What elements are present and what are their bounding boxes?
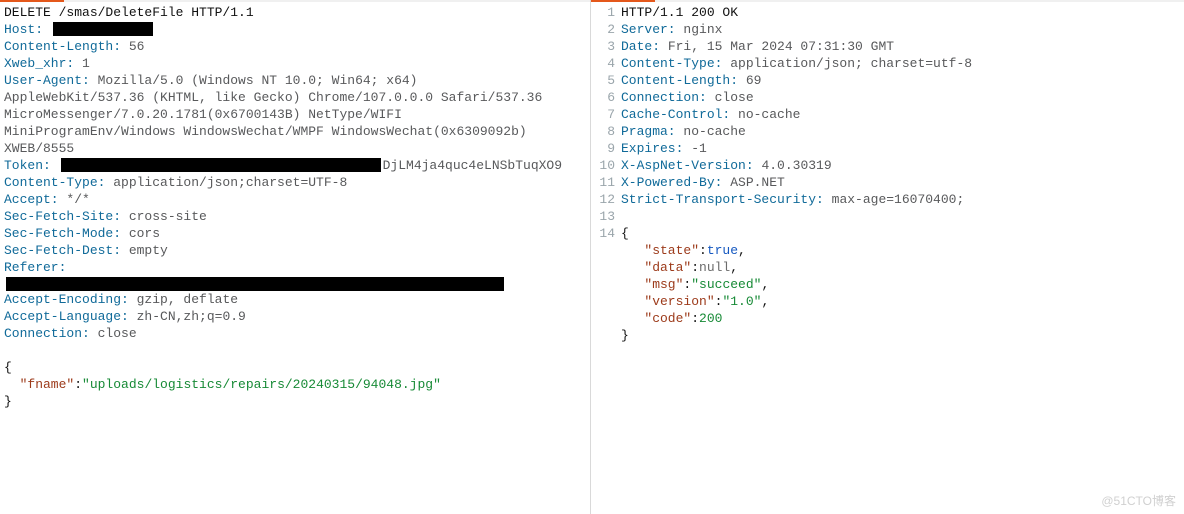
x-aspnet-version-header-value: 4.0.30319: [761, 158, 831, 173]
server-header-value: nginx: [683, 22, 722, 37]
accept-language-header-name: Accept-Language:: [4, 309, 137, 324]
date-header-name: Date:: [621, 39, 668, 54]
token-suffix: DjLM4ja4quc4eLNSbTuqXO9: [383, 158, 562, 173]
resp-body-open-brace: {: [621, 225, 1180, 242]
response-tab-bar: [591, 0, 1184, 2]
resp-val-state: true: [707, 243, 738, 258]
request-body-text[interactable]: DELETE /smas/DeleteFile HTTP/1.1 Host: C…: [0, 2, 590, 414]
user-agent-cont-4: XWEB/8555: [4, 140, 586, 157]
resp-val-version: "1.0": [722, 294, 761, 309]
accept-encoding-header-name: Accept-Encoding:: [4, 292, 137, 307]
gutter-9: 9: [591, 140, 621, 157]
resp-content-type-header-value: application/json; charset=utf-8: [730, 56, 972, 71]
gutter-7: 7: [591, 106, 621, 123]
referer-redacted: [6, 277, 504, 291]
resp-val-msg: "succeed": [691, 277, 761, 292]
resp-body-close-brace: }: [621, 327, 1180, 344]
response-body-text[interactable]: 1HTTP/1.1 200 OK 2Server: nginx 3Date: F…: [591, 2, 1184, 348]
resp-content-length-header-name: Content-Length:: [621, 73, 746, 88]
resp-connection-header-name: Connection:: [621, 90, 715, 105]
req-connection-header-name: Connection:: [4, 326, 98, 341]
gutter-13: 13: [591, 208, 621, 225]
token-header-name: Token:: [4, 158, 59, 173]
sec-fetch-dest-header-name: Sec-Fetch-Dest:: [4, 243, 129, 258]
sts-header-value: max-age=16070400;: [832, 192, 965, 207]
cache-control-header-name: Cache-Control:: [621, 107, 738, 122]
resp-val-data: null: [699, 260, 730, 275]
req-connection-header-value: close: [98, 326, 137, 341]
gutter-5: 5: [591, 72, 621, 89]
gutter-1: 1: [591, 4, 621, 21]
gutter-11: 11: [591, 174, 621, 191]
gutter-6: 6: [591, 89, 621, 106]
resp-key-code: "code": [621, 311, 691, 326]
req-content-type-header-name: Content-Type:: [4, 175, 113, 190]
accept-encoding-header-value: gzip, deflate: [137, 292, 238, 307]
pragma-header-value: no-cache: [683, 124, 745, 139]
user-agent-header-value: Mozilla/5.0 (Windows NT 10.0; Win64; x64…: [98, 73, 418, 88]
accept-header-value: */*: [66, 192, 89, 207]
request-pane[interactable]: DELETE /smas/DeleteFile HTTP/1.1 Host: C…: [0, 0, 591, 514]
content-length-header-value: 56: [129, 39, 145, 54]
resp-key-msg: "msg": [621, 277, 683, 292]
token-redacted: [61, 158, 381, 172]
sts-header-name: Strict-Transport-Security:: [621, 192, 832, 207]
xweb-xhr-header-value: 1: [82, 56, 90, 71]
xweb-xhr-header-name: Xweb_xhr:: [4, 56, 82, 71]
resp-content-type-header-name: Content-Type:: [621, 56, 730, 71]
resp-key-version: "version": [621, 294, 715, 309]
user-agent-cont-2: MicroMessenger/7.0.20.1781(0x6700143B) N…: [4, 106, 586, 123]
host-header-name: Host:: [4, 22, 51, 37]
req-body-open-brace: {: [4, 359, 586, 376]
gutter-8: 8: [591, 123, 621, 140]
gutter-10: 10: [591, 157, 621, 174]
sec-fetch-dest-header-value: empty: [129, 243, 168, 258]
host-redacted: [53, 22, 153, 36]
gutter-4: 4: [591, 55, 621, 72]
req-body-key-fname: "fname": [4, 377, 74, 392]
x-powered-by-header-value: ASP.NET: [730, 175, 785, 190]
sec-fetch-mode-header-value: cors: [129, 226, 160, 241]
referer-header-name: Referer:: [4, 260, 66, 275]
x-aspnet-version-header-name: X-AspNet-Version:: [621, 158, 761, 173]
request-line: DELETE /smas/DeleteFile HTTP/1.1: [4, 4, 586, 21]
resp-key-state: "state": [621, 243, 699, 258]
gutter-3: 3: [591, 38, 621, 55]
pragma-header-name: Pragma:: [621, 124, 683, 139]
request-tab-bar: [0, 0, 590, 2]
sec-fetch-site-header-value: cross-site: [129, 209, 207, 224]
gutter-2: 2: [591, 21, 621, 38]
content-length-header-name: Content-Length:: [4, 39, 129, 54]
user-agent-cont-1: AppleWebKit/537.36 (KHTML, like Gecko) C…: [4, 89, 586, 106]
sec-fetch-mode-header-name: Sec-Fetch-Mode:: [4, 226, 129, 241]
resp-key-data: "data": [621, 260, 691, 275]
user-agent-cont-3: MiniProgramEnv/Windows WindowsWechat/WMP…: [4, 123, 586, 140]
user-agent-header-name: User-Agent:: [4, 73, 98, 88]
expires-header-value: -1: [691, 141, 707, 156]
response-pane[interactable]: 1HTTP/1.1 200 OK 2Server: nginx 3Date: F…: [591, 0, 1184, 514]
x-powered-by-header-name: X-Powered-By:: [621, 175, 730, 190]
server-header-name: Server:: [621, 22, 683, 37]
resp-connection-header-value: close: [715, 90, 754, 105]
req-body-val-fname: "uploads/logistics/repairs/20240315/9404…: [82, 377, 441, 392]
response-status-line: HTTP/1.1 200 OK: [621, 4, 1180, 21]
req-body-close-brace: }: [4, 393, 586, 410]
gutter-14: 14: [591, 225, 621, 242]
cache-control-header-value: no-cache: [738, 107, 800, 122]
expires-header-name: Expires:: [621, 141, 691, 156]
accept-language-header-value: zh-CN,zh;q=0.9: [137, 309, 246, 324]
sec-fetch-site-header-name: Sec-Fetch-Site:: [4, 209, 129, 224]
gutter-12: 12: [591, 191, 621, 208]
resp-content-length-header-value: 69: [746, 73, 762, 88]
date-header-value: Fri, 15 Mar 2024 07:31:30 GMT: [668, 39, 894, 54]
resp-val-code: 200: [699, 311, 722, 326]
accept-header-name: Accept:: [4, 192, 66, 207]
req-content-type-header-value: application/json;charset=UTF-8: [113, 175, 347, 190]
